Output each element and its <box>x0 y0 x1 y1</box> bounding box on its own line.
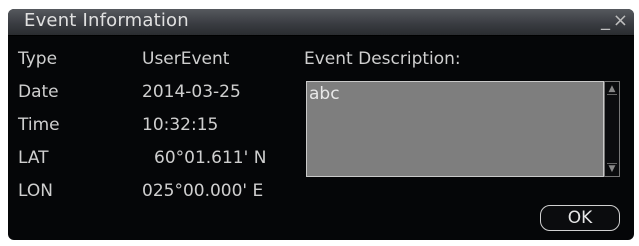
lon-value: 025°00.000' E <box>142 181 264 201</box>
lat-label: LAT <box>18 148 49 168</box>
ok-button[interactable]: OK <box>540 205 620 231</box>
scroll-down-icon[interactable]: ▼ <box>607 163 617 174</box>
close-icon[interactable]: × <box>613 9 628 33</box>
date-label: Date <box>18 82 59 102</box>
minimize-icon[interactable]: _ <box>601 9 610 33</box>
description-scrollbar[interactable]: ▲ ▼ <box>604 81 620 177</box>
event-information-dialog: Event Information _ × Type UserEvent Dat… <box>8 9 634 240</box>
time-value: 10:32:15 <box>142 115 219 135</box>
type-value: UserEvent <box>142 49 230 69</box>
lon-label: LON <box>18 181 53 201</box>
dialog-title: Event Information <box>24 10 189 31</box>
title-bar[interactable]: Event Information _ × <box>8 9 634 36</box>
type-label: Type <box>18 49 58 69</box>
date-value: 2014-03-25 <box>142 82 241 102</box>
event-description-label: Event Description: <box>304 49 461 69</box>
time-label: Time <box>18 115 60 135</box>
event-description-textarea[interactable]: abc <box>306 81 604 177</box>
lat-value: 60°01.611' N <box>154 148 267 168</box>
scroll-up-icon[interactable]: ▲ <box>607 84 617 95</box>
event-description-text: abc <box>309 84 340 104</box>
